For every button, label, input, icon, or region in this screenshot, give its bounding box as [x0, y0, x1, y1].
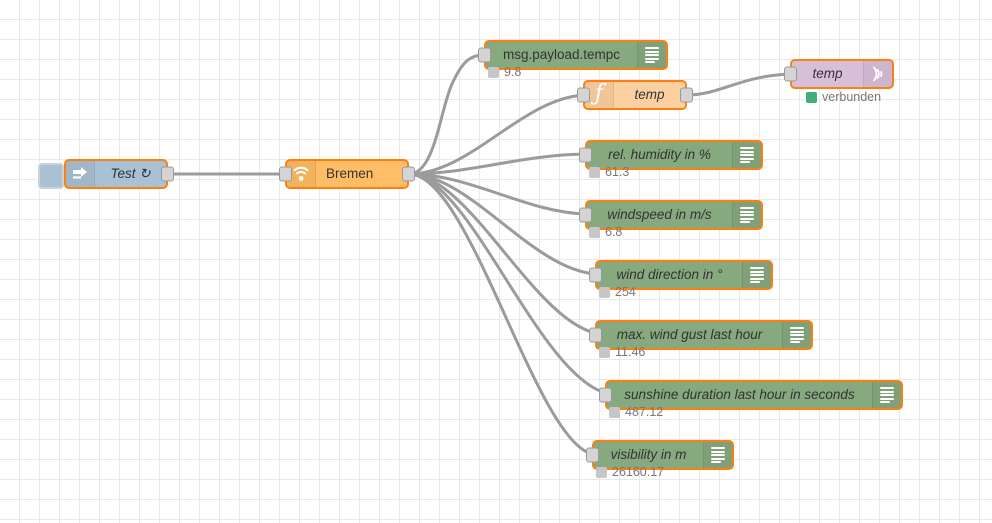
mqtt-status: verbunden — [806, 91, 881, 104]
function-f-glyph: ƒ — [594, 81, 604, 106]
debug-2-status-text: 61.3 — [605, 165, 630, 179]
inject-node-body: Test ↻ — [95, 161, 166, 187]
node-weather-bremen[interactable]: Bremen — [279, 159, 415, 189]
debug-4-status-text: 254 — [615, 285, 636, 299]
mqtt-status-dot — [806, 91, 817, 103]
debug-bars-icon — [732, 142, 761, 168]
debug-4-input-port[interactable] — [589, 267, 602, 283]
debug-2-status-dot — [589, 166, 600, 178]
weather-node-label: Bremen — [326, 166, 374, 182]
wire-bremen-to-function — [407, 93, 585, 176]
debug-3-label: windspeed in m/s — [607, 207, 712, 223]
debug-6-label: sunshine duration last hour in seconds — [624, 387, 855, 403]
debug-5-status-text: 11.46 — [615, 345, 646, 359]
debug-bars-icon — [742, 262, 771, 288]
debug-1-input-port[interactable] — [478, 47, 491, 63]
debug-5-status-dot — [599, 346, 610, 358]
debug-1-status-text: 9.8 — [504, 65, 522, 79]
mqtt-node-body: temp — [792, 61, 863, 87]
node-function-temp[interactable]: ƒ temp — [577, 80, 693, 110]
inject-select-handle[interactable] — [38, 163, 64, 189]
mqtt-node-label: temp — [812, 66, 843, 82]
debug-3-status-dot — [589, 226, 600, 238]
weather-node-body: Bremen — [316, 161, 407, 187]
inject-output-port[interactable] — [161, 166, 174, 182]
debug-3-status: 6.8 — [589, 226, 622, 239]
debug-6-status-text: 487.12 — [625, 405, 664, 419]
flow-canvas[interactable]: Test ↻ Bremen msg.payload.tempc 9.8 ƒ te… — [0, 0, 992, 523]
inject-arrow-icon — [66, 161, 95, 187]
debug-6-status: 487.12 — [609, 406, 663, 419]
node-mqtt-temp[interactable]: temp — [784, 59, 894, 89]
function-node-body: temp — [614, 82, 685, 108]
function-input-port[interactable] — [577, 87, 590, 103]
debug-4-status: 254 — [599, 286, 636, 299]
debug-3-status-text: 6.8 — [605, 225, 623, 239]
wire-bremen-to-debug-3 — [407, 172, 587, 216]
debug-1-label: msg.payload.tempc — [502, 47, 621, 63]
debug-bars-icon — [703, 442, 732, 468]
function-node-label: temp — [634, 87, 665, 103]
debug-4-label: wind direction in ° — [616, 267, 723, 283]
debug-2-status: 61.3 — [589, 166, 629, 179]
wire-bremen-to-debug-2 — [407, 152, 587, 176]
debug-2-label: rel. humidity in % — [608, 147, 711, 163]
debug-6-status-dot — [609, 406, 620, 418]
debug-bars-icon — [637, 42, 666, 68]
debug-7-status-dot — [596, 466, 607, 478]
debug-bars-icon — [782, 322, 811, 348]
debug-7-input-port[interactable] — [586, 447, 599, 463]
debug-5-input-port[interactable] — [589, 327, 602, 343]
debug-7-status: 26160.17 — [596, 466, 664, 479]
node-inject-test[interactable]: Test ↻ — [64, 159, 174, 189]
wire-bremen-to-debug-7 — [407, 172, 594, 456]
wire-bremen-to-debug-4 — [407, 172, 597, 276]
debug-7-label: visibility in m — [610, 447, 687, 463]
debug-1-status: 9.8 — [488, 66, 521, 79]
mqtt-input-port[interactable] — [784, 66, 797, 82]
debug-6-input-port[interactable] — [599, 387, 612, 403]
debug-1-status-dot — [488, 66, 499, 78]
debug-5-status: 11.46 — [599, 346, 645, 359]
debug-5-label: max. wind gust last hour — [616, 327, 763, 343]
mqtt-status-text: verbunden — [822, 90, 882, 104]
wire-function-to-mqtt — [685, 72, 792, 97]
wire-bremen-to-debug-5 — [407, 172, 602, 336]
mqtt-broadcast-icon — [863, 61, 892, 87]
debug-bars-icon — [872, 382, 901, 408]
weather-input-port[interactable] — [279, 166, 292, 182]
weather-output-port[interactable] — [402, 166, 415, 182]
debug-2-input-port[interactable] — [579, 147, 592, 163]
debug-7-status-text: 26160.17 — [612, 465, 665, 479]
function-output-port[interactable] — [680, 87, 693, 103]
inject-node-label: Test ↻ — [110, 166, 151, 182]
debug-4-status-dot — [599, 286, 610, 298]
debug-3-input-port[interactable] — [579, 207, 592, 223]
debug-bars-icon — [732, 202, 761, 228]
wire-bremen-to-debug-1 — [407, 53, 486, 176]
